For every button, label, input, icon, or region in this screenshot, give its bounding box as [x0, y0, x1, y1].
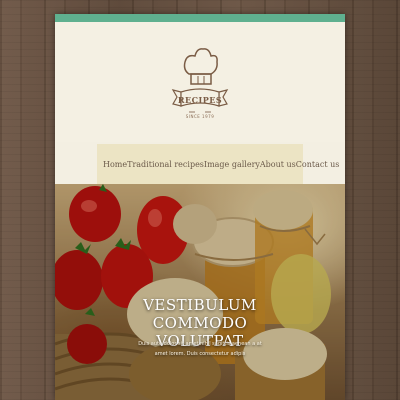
hero-banner: VESTIBULUM COMMODO VOLUTPAT Duis aute do…	[55, 184, 345, 400]
logo-name: RECIPES	[177, 95, 223, 105]
chef-hat-icon	[171, 48, 229, 113]
main-navigation: Home Traditional recipes Image gallery A…	[97, 144, 339, 184]
logo-tagline: SINCE 1979	[185, 114, 215, 119]
hero-title-line1: VESTIBULUM	[143, 296, 257, 314]
website-page: RECIPES SINCE 1979 Home Traditional reci…	[55, 14, 345, 400]
hero-image	[55, 184, 345, 400]
nav-item-contact-us[interactable]: Contact us	[296, 160, 340, 169]
site-logo[interactable]: RECIPES SINCE 1979	[171, 40, 229, 124]
nav-item-home[interactable]: Home	[103, 160, 127, 169]
nav-item-image-gallery[interactable]: Image gallery	[204, 160, 260, 169]
nav-item-traditional-recipes[interactable]: Traditional recipes	[127, 160, 204, 169]
nav-item-about-us[interactable]: About us	[260, 160, 296, 169]
hero-subtitle-line1: Duis aute dolor sit amet nihil sagittis …	[138, 341, 262, 347]
top-accent-strip	[55, 14, 345, 25]
hero-subtitle: Duis aute dolor sit amet nihil sagittis …	[125, 339, 275, 359]
hero-subtitle-line2: amet lorem. Duis consectetur adipis	[154, 351, 246, 357]
